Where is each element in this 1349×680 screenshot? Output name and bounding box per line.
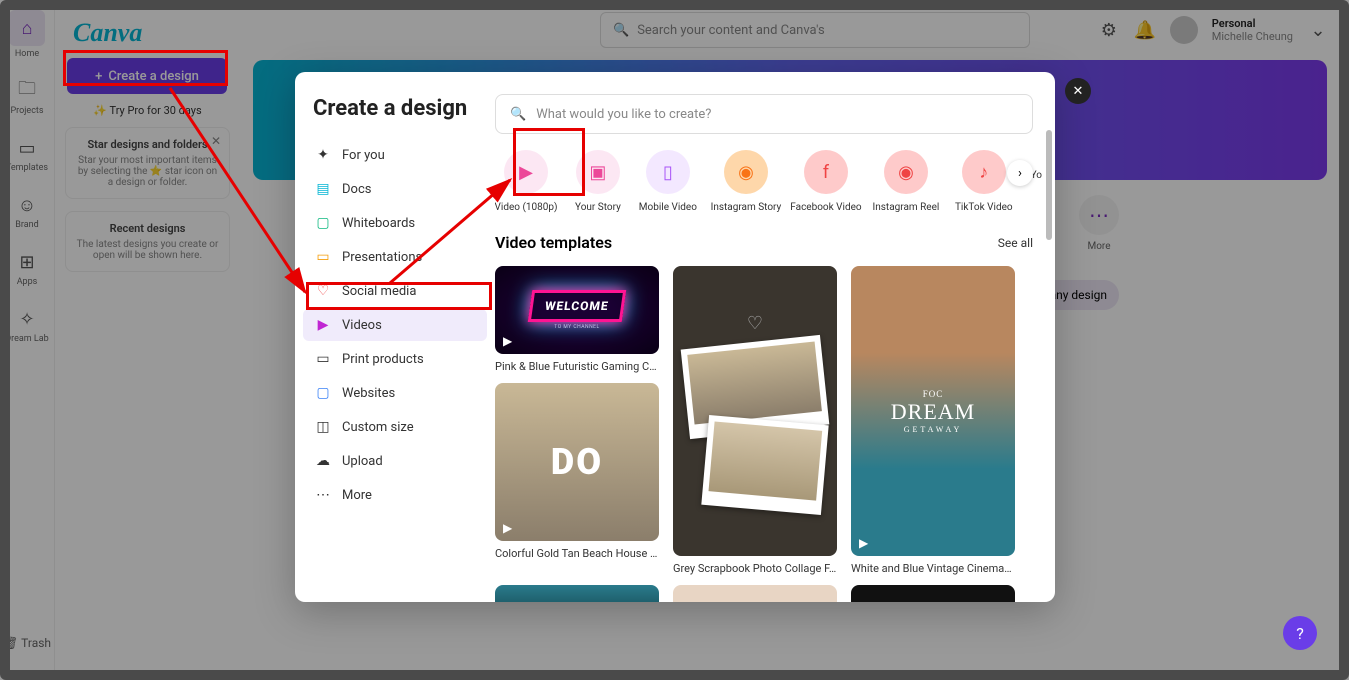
category-item-whiteboards[interactable]: ▢ Whiteboards — [303, 207, 487, 239]
play-icon: ▶ — [503, 521, 512, 535]
thumb-text: DO — [551, 441, 603, 483]
type-icon: ▶ — [504, 150, 548, 194]
template-title: Pink & Blue Futuristic Gaming Ch... — [495, 360, 659, 373]
template-title: Colorful Gold Tan Beach House R... — [495, 547, 659, 560]
template-grid: WELCOME TO MY CHANNEL ▶ Pink & Blue Futu… — [495, 266, 1033, 575]
template-card[interactable]: DO ▶ Colorful Gold Tan Beach House R... — [495, 383, 659, 560]
template-thumb-partial[interactable] — [673, 585, 837, 602]
type-label: Mobile Video — [639, 202, 697, 213]
type-label: Your Story — [575, 202, 621, 213]
template-thumb: ♡ — [673, 266, 837, 556]
modal-search-input[interactable]: 🔍 What would you like to create? — [495, 94, 1033, 134]
category-label: Whiteboards — [342, 216, 415, 231]
design-type-your-story[interactable]: ▣ Your Story — [575, 150, 621, 213]
type-icon: ♪ — [962, 150, 1006, 194]
type-icon: f — [804, 150, 848, 194]
design-type-tiktok-video[interactable]: ♪ TikTok Video — [955, 150, 1013, 213]
play-icon: ▶ — [859, 536, 868, 550]
category-item-upload[interactable]: ☁ Upload — [303, 445, 487, 477]
category-icon: ⋯ — [315, 487, 331, 503]
category-item-for-you[interactable]: ✦ For you — [303, 139, 487, 171]
category-item-presentations[interactable]: ▭ Presentations — [303, 241, 487, 273]
design-type-video-1080p-[interactable]: ▶ Video (1080p) — [495, 150, 557, 213]
template-thumb: DO ▶ — [495, 383, 659, 541]
category-item-videos[interactable]: ▶ Videos — [303, 309, 487, 341]
template-card[interactable]: FOC DREAM GETAWAY ▶ White and Blue Vinta… — [851, 266, 1015, 575]
category-icon: ▭ — [315, 249, 331, 265]
template-card[interactable]: ♡ Grey Scrapbook Photo Collage F... — [673, 266, 837, 575]
create-design-modal: Create a design ✦ For you ▤ Docs ▢ Whiteboard… — [295, 72, 1055, 602]
template-title: Grey Scrapbook Photo Collage F... — [673, 562, 837, 575]
see-all-link[interactable]: See all — [998, 236, 1033, 250]
category-item-social-media[interactable]: ♡ Social media — [303, 275, 487, 307]
category-icon: ▢ — [315, 215, 331, 231]
design-type-row: ▶Video (1080p)▣Your Story▯Mobile Video◉I… — [495, 150, 1033, 213]
category-item-docs[interactable]: ▤ Docs — [303, 173, 487, 205]
template-thumb: FOC DREAM GETAWAY ▶ — [851, 266, 1015, 556]
category-item-more[interactable]: ⋯ More — [303, 479, 487, 511]
type-icon: ◉ — [724, 150, 768, 194]
thumb-text: GETAWAY — [904, 425, 963, 434]
category-icon: ▤ — [315, 181, 331, 197]
category-label: Custom size — [342, 420, 414, 435]
scroll-right-button[interactable]: › — [1007, 160, 1033, 186]
category-label: Docs — [342, 182, 371, 197]
thumb-subtext: TO MY CHANNEL — [530, 324, 624, 330]
type-label: Facebook Video — [790, 202, 861, 213]
modal-title: Create a design — [303, 96, 487, 121]
category-icon: ◫ — [315, 419, 331, 435]
category-icon: ✦ — [315, 147, 331, 163]
section-title: Video templates — [495, 233, 612, 252]
type-icon: ▣ — [576, 150, 620, 194]
design-type-instagram-story[interactable]: ◉Instagram Story — [715, 150, 777, 213]
modal-content: 🔍 What would you like to create? ▶ Video … — [495, 72, 1055, 602]
type-label: Video (1080p) — [495, 202, 557, 213]
play-icon: ▶ — [503, 334, 512, 348]
template-thumb-partial[interactable] — [851, 585, 1015, 602]
type-icon: ◉ — [884, 150, 928, 194]
category-label: Videos — [342, 318, 382, 333]
category-label: Social media — [342, 284, 416, 299]
category-label: Print products — [342, 352, 424, 367]
modal-close-button[interactable]: ✕ — [1065, 78, 1091, 104]
modal-scrollbar[interactable] — [1046, 130, 1052, 240]
category-icon: ☁ — [315, 453, 331, 469]
search-icon: 🔍 — [510, 107, 526, 122]
type-label: TikTok Video — [955, 202, 1013, 213]
design-type-facebook-video[interactable]: fFacebook Video — [795, 150, 857, 213]
help-button[interactable]: ? — [1283, 616, 1317, 650]
category-label: Presentations — [342, 250, 422, 265]
category-label: Websites — [342, 386, 395, 401]
search-placeholder: What would you like to create? — [536, 107, 711, 122]
category-icon: ▭ — [315, 351, 331, 367]
template-card[interactable]: WELCOME TO MY CHANNEL ▶ Pink & Blue Futu… — [495, 266, 659, 373]
category-label: Upload — [342, 454, 383, 469]
category-label: More — [342, 488, 372, 503]
category-icon: ▶ — [315, 317, 331, 333]
thumb-text: DREAM — [891, 399, 975, 425]
template-title: White and Blue Vintage Cinematic... — [851, 562, 1015, 575]
category-icon: ▢ — [315, 385, 331, 401]
template-thumb: WELCOME TO MY CHANNEL ▶ — [495, 266, 659, 354]
type-label: Instagram Story — [711, 202, 782, 213]
type-label: Instagram Reel — [873, 202, 940, 213]
category-icon: ♡ — [315, 283, 331, 299]
category-label: For you — [342, 148, 385, 163]
category-item-websites[interactable]: ▢ Websites — [303, 377, 487, 409]
thumb-text: FOC — [923, 389, 944, 399]
category-item-custom-size[interactable]: ◫ Custom size — [303, 411, 487, 443]
type-icon: ▯ — [646, 150, 690, 194]
thumb-text: WELCOME — [528, 290, 626, 322]
design-type-instagram-reel[interactable]: ◉ Instagram Reel — [875, 150, 937, 213]
modal-categories: Create a design ✦ For you ▤ Docs ▢ Whiteboard… — [295, 72, 495, 602]
category-item-print-products[interactable]: ▭ Print products — [303, 343, 487, 375]
design-type-mobile-video[interactable]: ▯ Mobile Video — [639, 150, 697, 213]
template-thumb-partial[interactable] — [495, 585, 659, 602]
